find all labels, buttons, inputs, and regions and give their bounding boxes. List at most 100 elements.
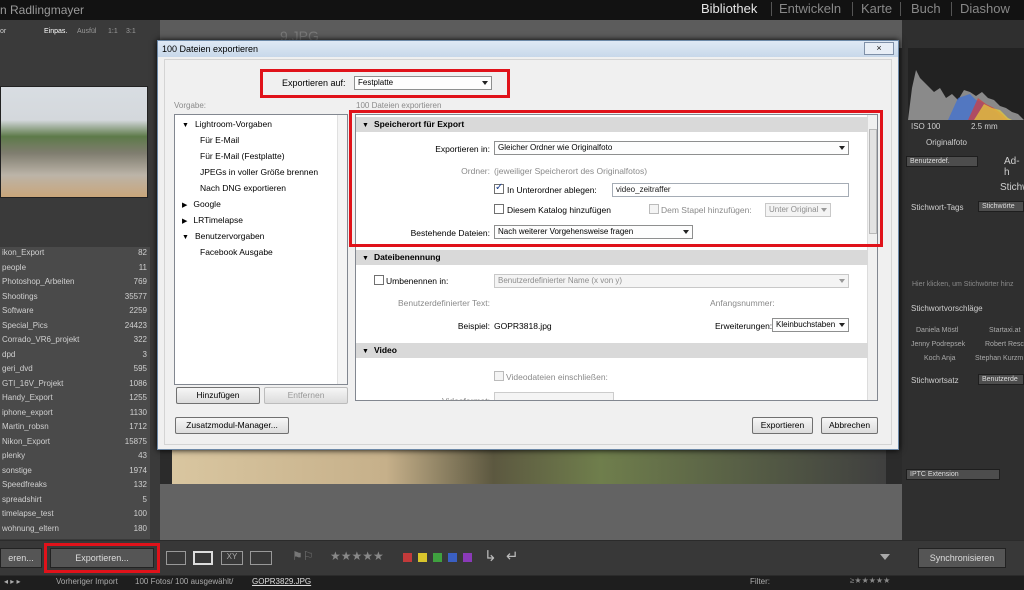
expand-closed-icon[interactable]: ▶ — [182, 218, 187, 225]
suggestion-6[interactable]: Stephan Kurzm — [975, 355, 1023, 362]
collection-item[interactable]: Special_Pics 24423 — [0, 320, 150, 335]
module-bibliothek[interactable]: Bibliothek — [701, 1, 757, 16]
collection-item[interactable]: spreadshirt 5 — [0, 494, 150, 509]
flag-icon[interactable]: ⚑⚐ — [292, 549, 314, 563]
extensions-select[interactable]: Kleinbuchstaben — [772, 318, 849, 332]
preset-folder[interactable]: ▶ Google — [182, 199, 221, 209]
source-label[interactable]: Vorheriger Import — [56, 577, 118, 586]
collection-item[interactable]: iphone_export 1130 — [0, 407, 150, 422]
rating-stars-icon[interactable]: ★★★★★ — [330, 549, 384, 563]
collection-item[interactable]: ikon_Export 82 — [0, 247, 150, 262]
suggestion-5[interactable]: Koch Anja — [924, 355, 956, 362]
rename-checkbox[interactable] — [374, 275, 384, 285]
remove-preset-button[interactable]: Entfernen — [264, 387, 348, 404]
collection-item[interactable]: plenky 43 — [0, 450, 150, 465]
zoom-3-1[interactable]: 3:1 — [126, 28, 136, 35]
quick-develop-preset[interactable]: Benutzerdef. — [906, 156, 978, 167]
module-separator — [951, 2, 952, 16]
navigator-preview[interactable] — [0, 86, 148, 198]
collection-item[interactable]: Shootings 35577 — [0, 291, 150, 306]
collection-item[interactable]: GTI_16V_Projekt 1086 — [0, 378, 150, 393]
rotate-right-icon[interactable]: ↵ — [506, 547, 519, 565]
collection-count: 1255 — [129, 393, 147, 402]
example-value: GOPR3818.jpg — [494, 321, 552, 331]
toolbar-menu-icon[interactable] — [880, 554, 890, 560]
preset-item[interactable]: Facebook Ausgabe — [200, 247, 273, 257]
survey-view-icon[interactable] — [250, 551, 272, 565]
suggestion-4[interactable]: Robert Resc — [985, 341, 1024, 348]
color-label-red-icon[interactable] — [403, 553, 412, 562]
suggestion-3[interactable]: Jenny Podrepsek — [911, 341, 965, 348]
expand-closed-icon[interactable]: ▶ — [182, 202, 187, 209]
collection-item[interactable]: dpd 3 — [0, 349, 150, 364]
cancel-button[interactable]: Abbrechen — [821, 417, 878, 434]
module-buch[interactable]: Buch — [911, 1, 941, 16]
metadata-preset-select[interactable]: IPTC Extension — [906, 469, 1000, 480]
rotate-left-icon[interactable]: ↳ — [484, 547, 497, 565]
close-icon[interactable]: × — [864, 42, 894, 55]
preset-item[interactable]: Für E-Mail (Festplatte) — [200, 151, 285, 161]
export-confirm-button[interactable]: Exportieren — [752, 417, 813, 434]
collection-name: dpd — [2, 349, 16, 359]
collections-list: ikon_Export 82 people 11 Photoshop_Arbeiten 7… — [0, 247, 150, 539]
collection-item[interactable]: Photoshop_Arbeiten 769 — [0, 276, 150, 291]
preset-item[interactable]: Für E-Mail — [200, 135, 239, 145]
color-label-blue-icon[interactable] — [448, 553, 457, 562]
module-diashow[interactable]: Diashow — [960, 1, 1010, 16]
import-button[interactable]: eren... — [0, 548, 42, 568]
section-file-naming[interactable]: ▼ Dateibenennung — [356, 250, 868, 265]
preset-folder[interactable]: ▼ Lightroom-Vorgaben — [182, 119, 272, 129]
collection-item[interactable]: geri_dvd 595 — [0, 363, 150, 378]
keyword-hint[interactable]: Hier klicken, um Stichwörter hinz — [912, 281, 1014, 288]
preset-item[interactable]: Nach DNG exportieren — [200, 183, 286, 193]
collection-item[interactable]: timelapse_test 100 — [0, 508, 150, 523]
collection-item[interactable]: Martin_robsn 1712 — [0, 421, 150, 436]
collection-item[interactable]: Handy_Export 1255 — [0, 392, 150, 407]
module-separator — [900, 2, 901, 16]
compare-view-icon[interactable]: XY — [221, 551, 243, 565]
collection-item[interactable]: Software 2259 — [0, 305, 150, 320]
module-entwickeln[interactable]: Entwickeln — [779, 1, 841, 16]
loupe-view-icon[interactable] — [193, 551, 213, 565]
color-label-yellow-icon[interactable] — [418, 553, 427, 562]
color-label-green-icon[interactable] — [433, 553, 442, 562]
add-preset-button[interactable]: Hinzufügen — [176, 387, 260, 404]
preset-folder[interactable]: ▼ Benutzervorgaben — [182, 231, 264, 241]
sync-button[interactable]: Synchronisieren — [918, 548, 1006, 568]
collection-count: 3 — [142, 349, 147, 359]
collection-item[interactable]: sonstige 1974 — [0, 465, 150, 480]
module-karte[interactable]: Karte — [861, 1, 892, 16]
zoom-1-1[interactable]: 1:1 — [108, 28, 118, 35]
preset-item[interactable]: JPEGs in voller Größe brennen — [200, 167, 318, 177]
expand-open-icon[interactable]: ▼ — [182, 234, 189, 241]
collection-item[interactable]: Corrado_VR6_projekt 322 — [0, 334, 150, 349]
rename-template-select[interactable]: Benutzerdefinierter Name (x von y) — [494, 274, 849, 288]
include-video-checkbox[interactable] — [494, 371, 504, 381]
video-format-select[interactable] — [494, 392, 614, 400]
grid-view-icon[interactable] — [166, 551, 186, 565]
preset-folder[interactable]: ▶ LRTimelapse — [182, 215, 243, 225]
loupe-image[interactable] — [172, 450, 886, 484]
preset-scrollbar[interactable] — [337, 115, 347, 384]
suggestion-2[interactable]: Startaxi.at — [989, 327, 1021, 334]
collection-item[interactable]: Nikon_Export 15875 — [0, 436, 150, 451]
collection-item[interactable]: wohnung_eltern 180 — [0, 523, 150, 538]
expand-open-icon[interactable]: ▼ — [182, 122, 189, 129]
suggestion-1[interactable]: Daniela Möstl — [916, 327, 958, 334]
collection-item[interactable]: Speedfreaks 132 — [0, 479, 150, 494]
nav-arrows-icon[interactable]: ◂ ▸ ▸ — [4, 577, 21, 586]
keywording-header[interactable]: Stichw — [1000, 182, 1024, 193]
zoom-fill[interactable]: Ausfül — [77, 28, 96, 35]
plugin-manager-button[interactable]: Zusatzmodul-Manager... — [175, 417, 289, 434]
keyword-tags-select[interactable]: Stichwörte — [978, 201, 1024, 212]
section-video[interactable]: ▼ Video — [356, 343, 868, 358]
collection-count: 2259 — [129, 306, 147, 315]
keyword-set-select[interactable]: Benutzerde — [978, 374, 1024, 385]
module-separator — [771, 2, 772, 16]
collection-item[interactable]: people 11 — [0, 262, 150, 277]
color-label-purple-icon[interactable] — [463, 553, 472, 562]
histogram[interactable] — [908, 48, 1024, 120]
filter-stars-icon[interactable]: ≥★★★★★ — [850, 576, 890, 585]
zoom-fit[interactable]: Einpas. — [44, 28, 67, 35]
collection-count: 35577 — [124, 291, 147, 301]
